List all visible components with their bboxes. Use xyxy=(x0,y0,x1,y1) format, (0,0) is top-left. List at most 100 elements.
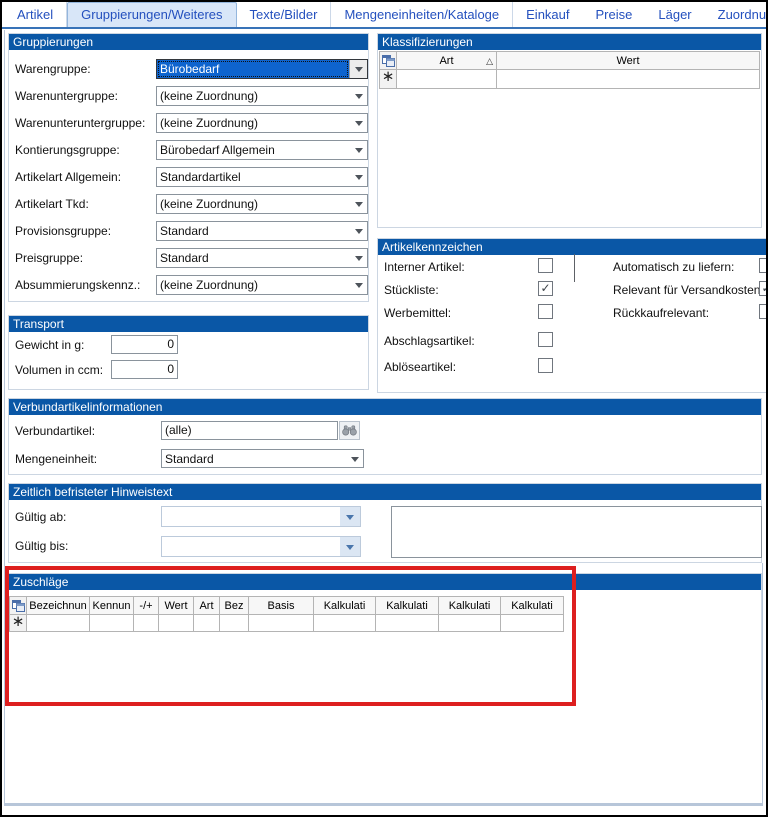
hinweistext-textarea[interactable] xyxy=(391,506,762,558)
group-verbundartikelinformationen: Verbundartikelinformationen Verbundartik… xyxy=(8,398,762,475)
grid-cell[interactable] xyxy=(159,615,194,632)
field-label: Volumen in ccm: xyxy=(15,363,103,377)
grid-cell-wert[interactable] xyxy=(497,70,760,89)
column-header-label: Wert xyxy=(616,55,639,67)
field-label: Stückliste: xyxy=(384,283,439,297)
field-label: Gültig ab: xyxy=(15,510,66,524)
gewicht-input[interactable]: 0 xyxy=(111,335,178,354)
field-label: Rückkaufrelevant: xyxy=(613,306,709,320)
chevron-down-icon[interactable] xyxy=(350,276,367,294)
grid-cell[interactable] xyxy=(501,615,564,632)
grid-cell[interactable] xyxy=(249,615,314,632)
verbundartikel-input[interactable]: (alle) xyxy=(161,421,338,440)
column-header-kalkulation-1[interactable]: Kalkulati xyxy=(314,596,376,615)
chevron-down-icon[interactable] xyxy=(350,87,367,105)
group-artikelkennzeichen: Artikelkennzeichen Interner Artikel: Stü… xyxy=(377,238,768,393)
chevron-down-icon[interactable] xyxy=(340,537,360,556)
artikelart-allgemein-combobox[interactable]: Standardartikel xyxy=(156,167,368,187)
checkbox-automatisch-zu-liefern[interactable] xyxy=(759,258,768,273)
column-header-art[interactable]: Art △ xyxy=(397,51,497,70)
tab-gruppierungen-weiteres[interactable]: Gruppierungen/Weiteres xyxy=(67,2,236,27)
column-header-kennung[interactable]: Kennun xyxy=(90,596,134,615)
checkbox-rueckkaufrelevant[interactable] xyxy=(759,304,768,319)
grid-cell-art[interactable] xyxy=(397,70,497,89)
chevron-down-icon[interactable] xyxy=(340,507,360,526)
grid-customize-icon xyxy=(382,55,395,67)
grid-cell[interactable] xyxy=(439,615,501,632)
column-header-bez[interactable]: Bez xyxy=(220,596,249,615)
checkbox-abloeseartikel[interactable] xyxy=(538,358,553,373)
volumen-input[interactable]: 0 xyxy=(111,360,178,379)
checkbox-stueckliste[interactable]: ✓ xyxy=(538,281,553,296)
tab-texte-bilder[interactable]: Texte/Bilder xyxy=(237,2,332,27)
chevron-down-icon[interactable] xyxy=(350,114,367,132)
field-label: Preisgruppe: xyxy=(15,251,83,265)
tab-mengeneinheiten-kataloge[interactable]: Mengeneinheiten/Kataloge xyxy=(331,2,513,27)
combo-value: Standard xyxy=(157,222,350,240)
provisionsgruppe-combobox[interactable]: Standard xyxy=(156,221,368,241)
grid-customize-icon xyxy=(12,600,25,612)
datepicker-value xyxy=(162,507,340,526)
group-header-verbundartikelinformationen: Verbundartikelinformationen xyxy=(9,399,761,415)
tab-laeger[interactable]: Läger xyxy=(645,2,704,27)
group-header-artikelkennzeichen: Artikelkennzeichen xyxy=(378,239,768,255)
chevron-down-icon[interactable] xyxy=(350,222,367,240)
checkbox-werbemittel[interactable] xyxy=(538,304,553,319)
preisgruppe-combobox[interactable]: Standard xyxy=(156,248,368,268)
field-label: Artikelart Tkd: xyxy=(15,197,89,211)
grid-cell[interactable] xyxy=(27,615,90,632)
chevron-down-icon[interactable] xyxy=(350,249,367,267)
tab-preise[interactable]: Preise xyxy=(583,2,646,27)
grid-cell[interactable] xyxy=(90,615,134,632)
field-label: Automatisch zu liefern: xyxy=(613,260,734,274)
group-zuschlaege: Zuschläge Bezeichnun Kennun -/+ Wert Art… xyxy=(8,573,762,700)
column-header-label: Kalkulati xyxy=(386,600,428,612)
column-header-plusminus[interactable]: -/+ xyxy=(134,596,159,615)
chevron-down-icon[interactable] xyxy=(350,168,367,186)
checkbox-relevant-fuer-versandkosten[interactable]: ✓ xyxy=(759,281,768,296)
mengeneinheit-combobox[interactable]: Standard xyxy=(161,449,364,468)
artikelart-tkd-combobox[interactable]: (keine Zuordnung) xyxy=(156,194,368,214)
grid-header-row: Art △ Wert xyxy=(379,51,760,70)
column-header-basis[interactable]: Basis xyxy=(249,596,314,615)
chevron-down-icon[interactable] xyxy=(350,195,367,213)
tab-zuordnungen[interactable]: Zuordnungen xyxy=(705,2,768,27)
checkbox-abschlagsartikel[interactable] xyxy=(538,332,553,347)
field-label: Provisionsgruppe: xyxy=(15,224,111,238)
search-button[interactable] xyxy=(339,421,360,440)
column-header-wert[interactable]: Wert xyxy=(159,596,194,615)
warenunteruntergruppe-combobox[interactable]: (keine Zuordnung) xyxy=(156,113,368,133)
absummierungskennz-combobox[interactable]: (keine Zuordnung) xyxy=(156,275,368,295)
tab-artikel[interactable]: Artikel xyxy=(4,2,67,27)
column-header-bezeichnung[interactable]: Bezeichnun xyxy=(27,596,90,615)
tab-einkauf[interactable]: Einkauf xyxy=(513,2,582,27)
column-header-kalkulation-2[interactable]: Kalkulati xyxy=(376,596,439,615)
new-row-indicator: ∗ xyxy=(9,615,27,632)
column-header-kalkulation-4[interactable]: Kalkulati xyxy=(501,596,564,615)
gueltig-ab-datepicker[interactable] xyxy=(161,506,361,527)
chevron-down-icon[interactable] xyxy=(350,141,367,159)
grid-cell[interactable] xyxy=(376,615,439,632)
checkmark-icon: ✓ xyxy=(761,281,768,295)
combo-value: Standard xyxy=(162,450,346,467)
grid-cell[interactable] xyxy=(314,615,376,632)
group-header-hinweistext: Zeitlich befristeter Hinweistext xyxy=(9,484,761,500)
column-header-kalkulation-3[interactable]: Kalkulati xyxy=(439,596,501,615)
chevron-down-icon[interactable] xyxy=(346,450,363,467)
gueltig-bis-datepicker[interactable] xyxy=(161,536,361,557)
combo-value: (keine Zuordnung) xyxy=(157,276,350,294)
group-header-klassifizierungen: Klassifizierungen xyxy=(378,34,761,50)
column-header-wert[interactable]: Wert xyxy=(497,51,760,70)
column-header-art[interactable]: Art xyxy=(194,596,220,615)
grid-cell[interactable] xyxy=(134,615,159,632)
grid-cell[interactable] xyxy=(220,615,249,632)
chevron-down-icon[interactable] xyxy=(349,60,367,78)
column-header-label: Kalkulati xyxy=(511,600,553,612)
panel-edge xyxy=(574,254,575,282)
warenuntergruppe-combobox[interactable]: (keine Zuordnung) xyxy=(156,86,368,106)
field-label: Werbemittel: xyxy=(384,306,451,320)
checkbox-interner-artikel[interactable] xyxy=(538,258,553,273)
grid-cell[interactable] xyxy=(194,615,220,632)
warengruppe-combobox[interactable]: Bürobedarf xyxy=(156,59,368,79)
kontierungsgruppe-combobox[interactable]: Bürobedarf Allgemein xyxy=(156,140,368,160)
